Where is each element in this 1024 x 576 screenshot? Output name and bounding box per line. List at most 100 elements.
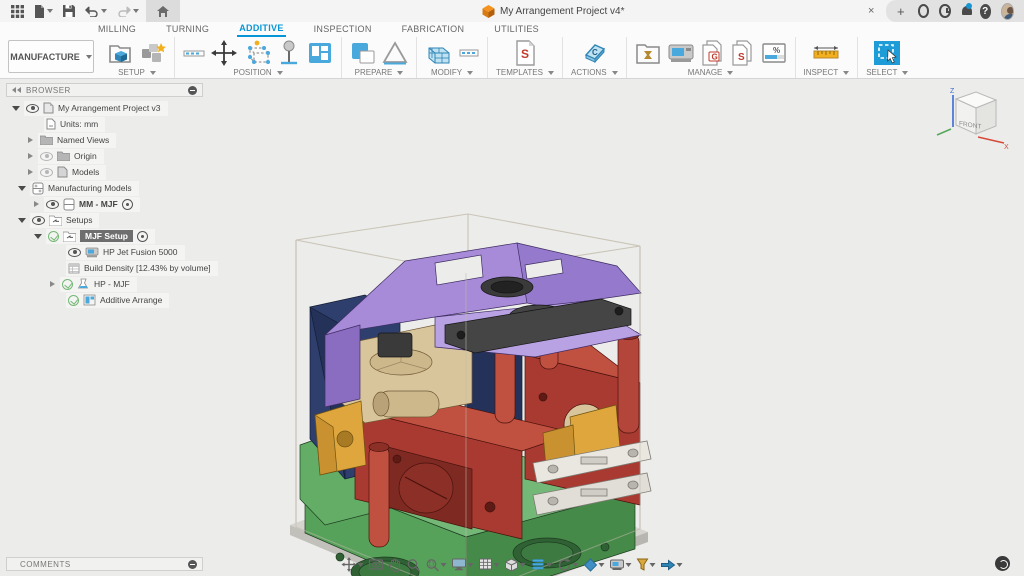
row-project[interactable]: My Arrangement Project v3 [6, 100, 236, 116]
supports-triangle-icon[interactable] [382, 41, 408, 65]
activate-radio-icon[interactable] [137, 231, 148, 242]
expand-icon[interactable] [34, 234, 42, 239]
expand-icon[interactable] [18, 218, 26, 223]
look-at-button[interactable] [367, 557, 386, 572]
row-manufacturing-models[interactable]: Manufacturing Models [6, 180, 236, 196]
row-build-density[interactable]: Build Density [12.43% by volume] [6, 260, 236, 276]
machine-view-button[interactable] [608, 557, 634, 572]
app-grid-icon[interactable] [8, 1, 27, 21]
home-tab[interactable] [146, 0, 180, 22]
visibility-eye-off-icon[interactable] [40, 152, 53, 161]
workspace-selector-button[interactable]: MANUFACTURE [8, 40, 94, 73]
expand-icon[interactable] [12, 106, 20, 111]
generate-icon[interactable]: C [581, 41, 607, 65]
notifications-bell-icon[interactable] [961, 5, 970, 18]
select-icon[interactable] [873, 40, 901, 66]
collapse-panel-icon[interactable] [12, 87, 21, 93]
comments-panel[interactable]: COMMENTS [6, 557, 203, 571]
effects-button[interactable] [582, 557, 607, 573]
job-status-icon[interactable] [918, 4, 930, 18]
document-tab[interactable]: My Arrangement Project v4* [482, 0, 625, 22]
expand-icon[interactable] [34, 201, 39, 207]
transform-cage-icon[interactable] [243, 40, 271, 66]
group-label-setup[interactable]: SETUP [118, 68, 156, 77]
expand-icon[interactable] [28, 137, 33, 143]
group-label-actions[interactable]: ACTIONS [571, 68, 618, 77]
spacing-icon[interactable] [183, 42, 205, 64]
row-named-views[interactable]: Named Views [6, 132, 236, 148]
job-folder-icon[interactable] [635, 41, 661, 65]
sheet-document-icon[interactable]: S [731, 40, 755, 66]
group-label-templates[interactable]: TEMPLATES [496, 68, 554, 77]
row-mm-mjf[interactable]: MM - MJF [6, 196, 236, 212]
help-icon[interactable]: ? [980, 4, 991, 19]
row-printer[interactable]: HP Jet Fusion 5000 [6, 244, 236, 260]
next-action-button[interactable] [659, 558, 685, 572]
visibility-eye-off-icon[interactable] [40, 168, 53, 177]
visibility-eye-icon[interactable] [46, 200, 59, 209]
row-hp-mjf[interactable]: HP - MJF [6, 276, 236, 292]
expand-icon[interactable] [28, 169, 33, 175]
group-label-modify[interactable]: MODIFY [431, 68, 473, 77]
assistant-button[interactable] [995, 556, 1010, 571]
browser-header[interactable]: BROWSER [6, 83, 203, 97]
visibility-eye-icon[interactable] [26, 104, 39, 113]
new-tab-button[interactable]: + [894, 4, 908, 19]
undo-icon[interactable] [82, 1, 110, 21]
tab-fabrication[interactable]: FABRICATION [400, 23, 467, 36]
layers-button[interactable] [529, 557, 555, 572]
grid-snaps-button[interactable] [477, 557, 502, 572]
display-settings-button[interactable] [450, 557, 476, 572]
tab-turning[interactable]: TURNING [164, 23, 211, 36]
close-tab-button[interactable]: × [868, 0, 874, 22]
orientation-icon[interactable] [350, 41, 376, 65]
move-icon[interactable] [211, 40, 237, 66]
row-units[interactable]: Units: mm [6, 116, 236, 132]
row-setups[interactable]: Setups [6, 212, 236, 228]
orbit-refresh-button[interactable] [556, 557, 581, 573]
modify-spacing-icon[interactable] [459, 43, 479, 63]
browser-settings-icon[interactable] [188, 86, 197, 95]
tab-inspection[interactable]: INSPECTION [312, 23, 374, 36]
row-models[interactable]: Models [6, 164, 236, 180]
tab-utilities[interactable]: UTILITIES [492, 23, 541, 36]
arrange-icon[interactable] [307, 41, 333, 65]
visibility-eye-icon[interactable] [68, 248, 81, 257]
machine-icon[interactable] [667, 41, 695, 65]
group-label-inspect[interactable]: INSPECT [804, 68, 850, 77]
redo-icon[interactable] [114, 1, 142, 21]
viewport-canvas[interactable]: FRONT Z X BROWSER My Arrangement P [0, 79, 1024, 576]
group-label-manage[interactable]: MANAGE [688, 68, 734, 77]
group-label-select[interactable]: SELECT [866, 68, 908, 77]
gcode-document-icon[interactable]: G [701, 40, 725, 66]
viewports-button[interactable] [503, 557, 528, 573]
expand-icon[interactable] [50, 281, 55, 287]
user-avatar[interactable] [1001, 3, 1014, 20]
expand-icon[interactable] [18, 186, 26, 191]
zoom-window-button[interactable] [424, 557, 449, 573]
expand-icon[interactable] [28, 153, 33, 159]
new-setup-icon[interactable] [108, 41, 134, 65]
comments-expand-icon[interactable] [188, 560, 197, 569]
row-origin[interactable]: Origin [6, 148, 236, 164]
measure-icon[interactable] [812, 42, 840, 64]
template-document-icon[interactable]: S [514, 40, 536, 66]
group-label-position[interactable]: POSITION [233, 68, 282, 77]
save-icon[interactable] [60, 1, 78, 21]
orbit-pan-button[interactable] [340, 556, 366, 573]
file-menu-icon[interactable] [31, 1, 56, 21]
tab-milling[interactable]: MILLING [96, 23, 138, 36]
lattice-icon[interactable] [425, 40, 453, 66]
view-cube[interactable]: FRONT Z X [932, 85, 1010, 155]
3d-model-arrangement[interactable] [285, 207, 665, 576]
pan-hand-button[interactable] [387, 557, 404, 573]
new-arrangement-icon[interactable] [140, 41, 166, 65]
activate-radio-icon[interactable] [122, 199, 133, 210]
percent-window-icon[interactable]: % [761, 41, 787, 65]
row-additive-arrange[interactable]: Additive Arrange [6, 292, 236, 308]
tab-additive[interactable]: ADDITIVE [237, 22, 285, 37]
support-icon[interactable] [277, 40, 301, 66]
visibility-eye-icon[interactable] [32, 216, 45, 225]
zoom-button[interactable] [405, 557, 423, 573]
row-mjf-setup[interactable]: MJF Setup [6, 228, 236, 244]
